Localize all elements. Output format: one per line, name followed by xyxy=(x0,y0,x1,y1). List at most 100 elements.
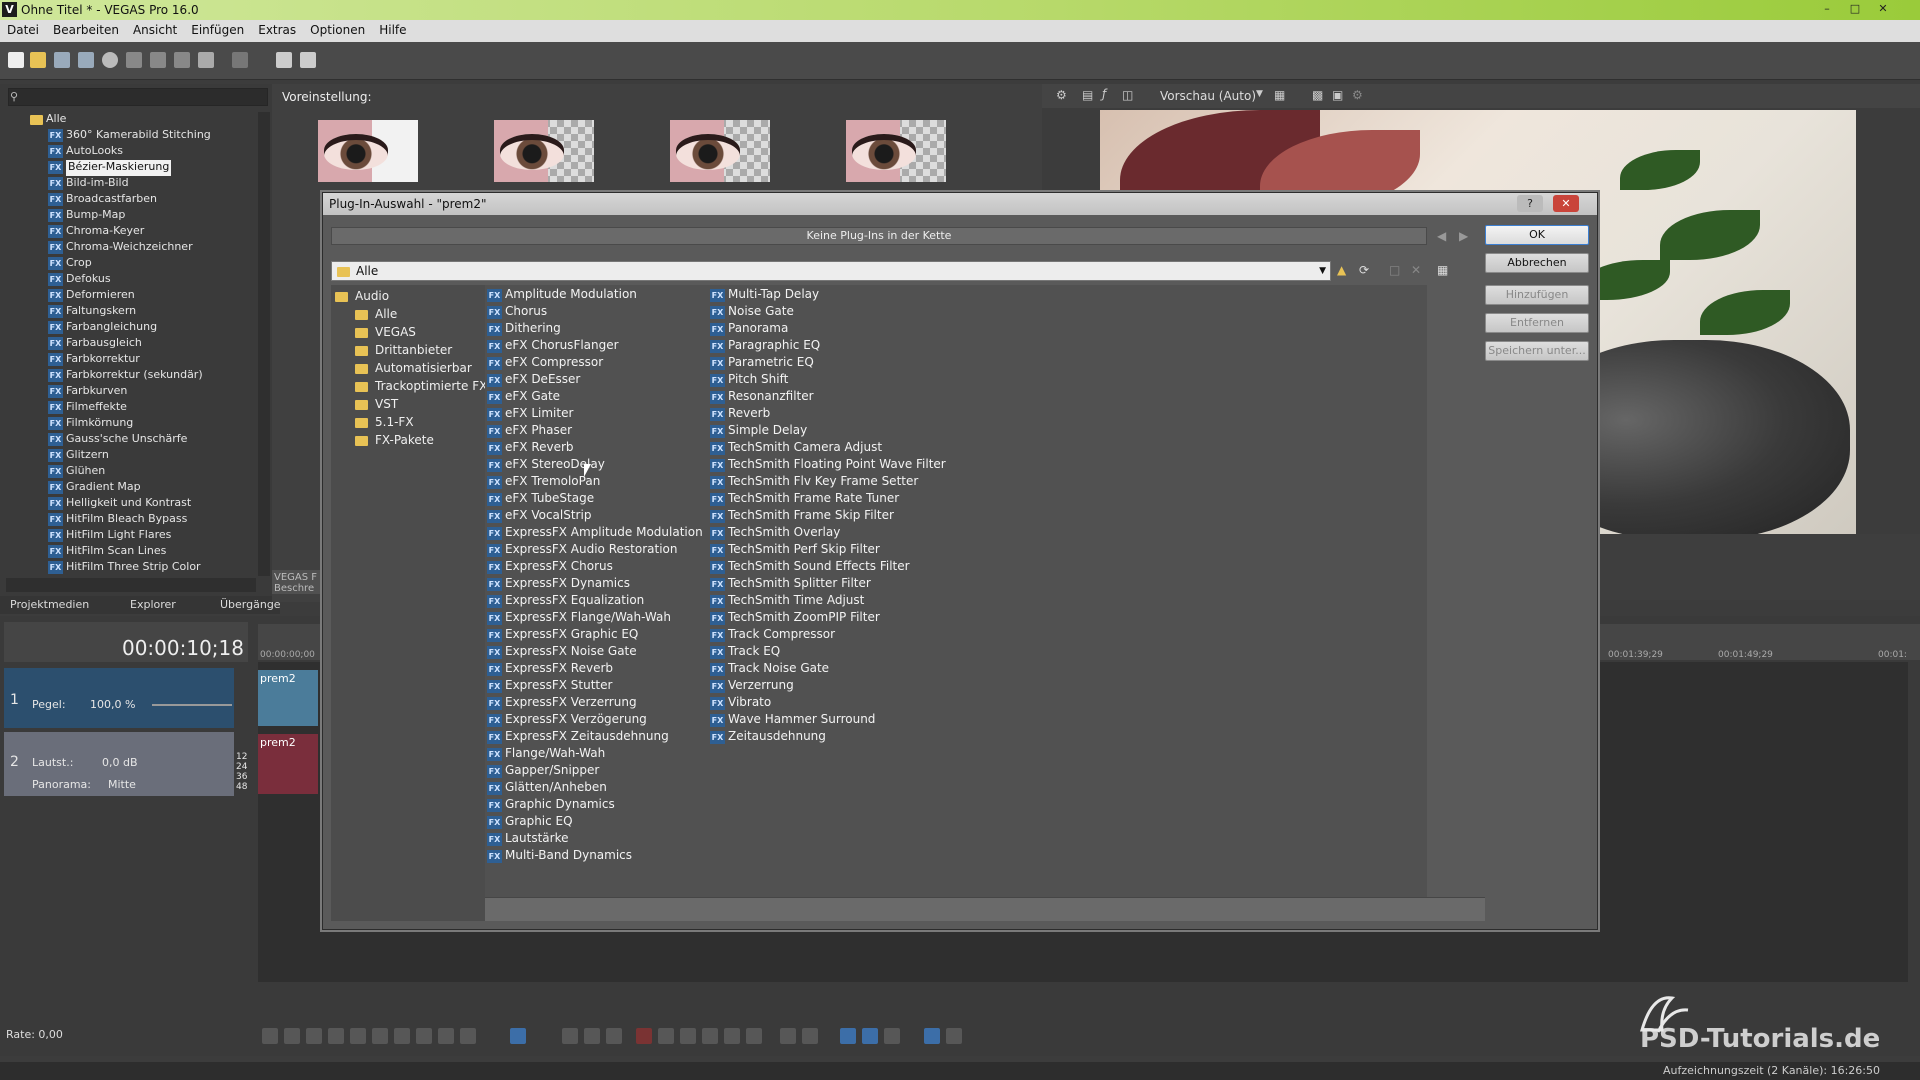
next-frame-icon[interactable] xyxy=(460,1028,476,1044)
ripple-icon[interactable] xyxy=(884,1028,900,1044)
fx-list-item[interactable]: FX 360° Kamerabild Stitching xyxy=(48,128,211,144)
plugin-item[interactable]: FX Track Noise Gate xyxy=(710,661,829,678)
plugin-item[interactable]: FX ExpressFX Graphic EQ xyxy=(487,627,638,644)
plugin-item[interactable]: FX TechSmith Frame Rate Tuner xyxy=(710,491,899,508)
lock-envelopes-icon[interactable] xyxy=(924,1028,940,1044)
plugin-item[interactable]: FX Gapper/Snipper xyxy=(487,763,599,780)
delete-icon[interactable]: ✕ xyxy=(1411,263,1421,277)
redo-icon[interactable] xyxy=(232,52,248,68)
preset-thumbnail-2[interactable] xyxy=(494,120,594,182)
plugin-item[interactable]: FX TechSmith Splitter Filter xyxy=(710,576,871,593)
plugin-item[interactable]: FX eFX ChorusFlanger xyxy=(487,338,619,355)
tree-node[interactable]: Audio xyxy=(335,289,389,303)
prev-frame-icon[interactable] xyxy=(438,1028,454,1044)
fx-vertical-scrollbar[interactable] xyxy=(258,112,270,576)
new-icon[interactable] xyxy=(8,52,24,68)
path-dropdown[interactable]: Alle ▼ xyxy=(331,261,1331,281)
plugin-item[interactable]: FX TechSmith Frame Skip Filter xyxy=(710,508,894,525)
tree-node[interactable]: Automatisierbar xyxy=(355,361,472,375)
plugin-item[interactable]: FX eFX Reverb xyxy=(487,440,574,457)
plugin-item[interactable]: FX TechSmith Flv Key Frame Setter xyxy=(710,474,918,491)
plugin-list-scrollbar[interactable] xyxy=(485,897,1485,921)
close-dialog-button[interactable]: ✕ xyxy=(1553,195,1579,212)
plugin-item[interactable]: FX TechSmith Perf Skip Filter xyxy=(710,542,880,559)
plugin-item[interactable]: FX ExpressFX Chorus xyxy=(487,559,613,576)
tree-node[interactable]: Trackoptimierte FX xyxy=(355,379,487,393)
plugin-item[interactable]: FX Vibrato xyxy=(710,695,771,712)
maximize-icon[interactable]: □ xyxy=(1844,2,1866,17)
chevron-down-icon[interactable]: ▼ xyxy=(1256,89,1263,99)
refresh-icon[interactable]: ⟳ xyxy=(1359,263,1369,277)
menu-bearbeiten[interactable]: Bearbeiten xyxy=(46,20,126,37)
plugin-item[interactable]: FX Dithering xyxy=(487,321,561,338)
fx-root-folder[interactable]: Alle xyxy=(30,112,66,128)
plugin-item[interactable]: FX Resonanzfilter xyxy=(710,389,814,406)
fx-list-item[interactable]: FX Broadcastfarben xyxy=(48,192,157,208)
undo-icon[interactable] xyxy=(198,52,214,68)
new-folder-icon[interactable]: □ xyxy=(1389,263,1400,277)
save-as-icon[interactable] xyxy=(78,52,94,68)
tree-node[interactable]: Alle xyxy=(355,307,397,321)
save-as-button[interactable]: Speichern unter... xyxy=(1485,341,1589,361)
trim-end-icon[interactable] xyxy=(702,1028,718,1044)
fx-list-item[interactable]: FX HitFilm Scan Lines xyxy=(48,544,166,560)
loop-icon[interactable] xyxy=(284,1028,300,1044)
fx-list-item[interactable]: FX Crop xyxy=(48,256,92,272)
fx-list-item[interactable]: FX Chroma-Weichzeichner xyxy=(48,240,193,256)
fx-list-item[interactable]: FX Farbkorrektur xyxy=(48,352,140,368)
plugin-item[interactable]: FX Chorus xyxy=(487,304,547,321)
tree-node[interactable]: FX-Pakete xyxy=(355,433,434,447)
save-icon[interactable] xyxy=(54,52,70,68)
plugin-item[interactable]: FX Pitch Shift xyxy=(710,372,788,389)
audio-track-header[interactable]: 2 Lautst.: 0,0 dB Panorama: Mitte 12 24 … xyxy=(4,732,247,796)
plugin-item[interactable]: FX Reverb xyxy=(710,406,770,423)
plugin-item[interactable]: FX TechSmith Time Adjust xyxy=(710,593,864,610)
chain-left-icon[interactable]: ◀ xyxy=(1437,229,1446,243)
plugin-item[interactable]: FX TechSmith Camera Adjust xyxy=(710,440,882,457)
fx-list-item[interactable]: FX Helligkeit und Kontrast xyxy=(48,496,191,512)
go-to-start-icon[interactable] xyxy=(394,1028,410,1044)
ignore-grouping-icon[interactable] xyxy=(946,1028,962,1044)
zoom-tool-icon[interactable] xyxy=(606,1028,622,1044)
fx-list-item[interactable]: FX Gauss'sche Unschärfe xyxy=(48,432,187,448)
save-snapshot-icon[interactable]: ▣ xyxy=(1332,88,1343,102)
fx-list-item[interactable]: FX HitFilm Light Flares xyxy=(48,528,171,544)
fx-list-item[interactable]: FX Farbausgleich xyxy=(48,336,142,352)
fx-list-item[interactable]: FX Defokus xyxy=(48,272,111,288)
add-button[interactable]: Hinzufügen xyxy=(1485,285,1589,305)
plugin-item[interactable]: FX ExpressFX Stutter xyxy=(487,678,612,695)
plugin-item[interactable]: FX ExpressFX Verzögerung xyxy=(487,712,647,729)
fx-list-item[interactable]: FX Gradient Map xyxy=(48,480,141,496)
plugin-item[interactable]: FX ExpressFX Dynamics xyxy=(487,576,630,593)
snapping-icon[interactable] xyxy=(840,1028,856,1044)
plugin-item[interactable]: FX TechSmith Floating Point Wave Filter xyxy=(710,457,946,474)
menu-hilfe[interactable]: Hilfe xyxy=(372,20,413,37)
preset-thumbnail-3[interactable] xyxy=(670,120,770,182)
plugin-item[interactable]: FX ExpressFX Audio Restoration xyxy=(487,542,677,559)
minimize-icon[interactable]: – xyxy=(1816,2,1838,17)
plugin-item[interactable]: FX Glätten/Anheben xyxy=(487,780,607,797)
plugin-item[interactable]: FX eFX Gate xyxy=(487,389,560,406)
pause-icon[interactable] xyxy=(350,1028,366,1044)
settings-icon[interactable]: ⚙ xyxy=(1352,88,1363,102)
fx-list-item[interactable]: FX HitFilm Three Strip Color xyxy=(48,560,201,576)
plugin-item[interactable]: FX ExpressFX Noise Gate xyxy=(487,644,637,661)
gear-icon[interactable] xyxy=(102,52,118,68)
fx-search-input[interactable] xyxy=(8,88,268,106)
split-icon[interactable] xyxy=(724,1028,740,1044)
tree-node[interactable]: 5.1-FX xyxy=(355,415,414,429)
plugin-item[interactable]: FX Amplitude Modulation xyxy=(487,287,637,304)
fx-icon[interactable]: ƒ xyxy=(1102,87,1106,101)
fx-list-item[interactable]: FX Bump-Map xyxy=(48,208,125,224)
plugin-item[interactable]: FX Graphic Dynamics xyxy=(487,797,615,814)
play-from-start-icon[interactable] xyxy=(306,1028,322,1044)
plugin-item[interactable]: FX Panorama xyxy=(710,321,788,338)
pegel-slider[interactable] xyxy=(152,704,232,706)
help-icon[interactable] xyxy=(276,52,292,68)
menu-extras[interactable]: Extras xyxy=(251,20,303,37)
close-window-icon[interactable]: ✕ xyxy=(1872,2,1894,17)
plugin-item[interactable]: FX Flange/Wah-Wah xyxy=(487,746,605,763)
tree-node[interactable]: Drittanbieter xyxy=(355,343,452,357)
fx-list-item[interactable]: FX Bézier-Maskierung xyxy=(48,160,172,176)
fx-list-item[interactable]: FX AutoLooks xyxy=(48,144,123,160)
